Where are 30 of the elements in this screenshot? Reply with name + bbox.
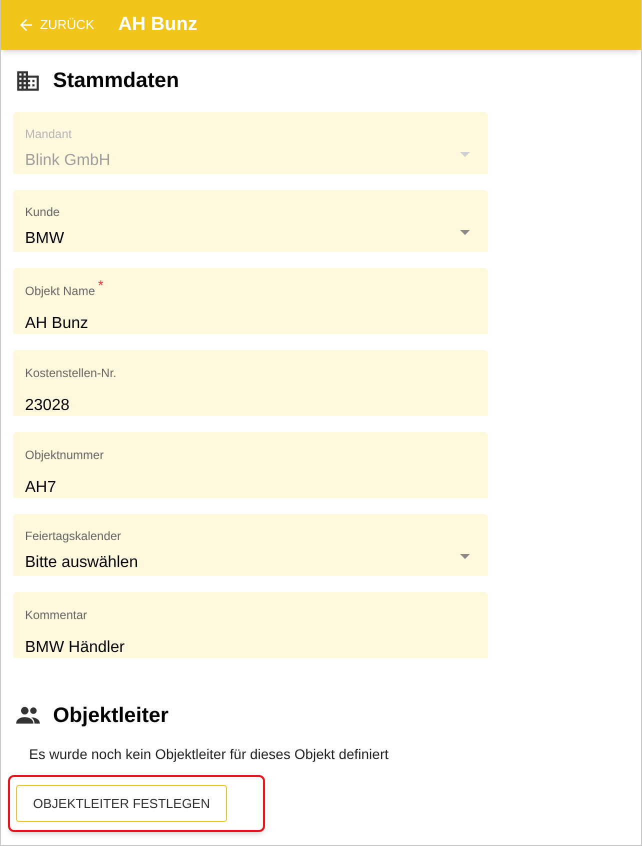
assign-manager-button[interactable]: OBJEKTLEITER FESTLEGEN xyxy=(16,785,227,822)
field-value: BMW xyxy=(25,228,64,248)
dropdown-caret-icon xyxy=(460,152,470,156)
dropdown-caret-icon xyxy=(460,554,470,558)
field-label: Objektnummer xyxy=(25,446,104,464)
field-value: AH7 xyxy=(25,478,56,498)
input-field[interactable]: Kommentar BMW Händler xyxy=(13,592,488,658)
field-value: BMW Händler xyxy=(25,638,125,658)
field-label: Kostenstellen-Nr. xyxy=(25,364,116,382)
input-field[interactable]: Kostenstellen-Nr. 23028 xyxy=(13,350,488,416)
input-field[interactable]: Objekt Name * AH Bunz xyxy=(13,268,488,334)
section-title: Stammdaten xyxy=(53,68,180,94)
select-field[interactable]: Kunde BMW xyxy=(13,190,488,252)
people-icon xyxy=(15,705,41,726)
field-label: Kommentar xyxy=(25,606,88,624)
select-field[interactable]: Feiertagskalender Bitte auswählen xyxy=(13,514,488,576)
field-label: Objekt Name xyxy=(25,282,96,300)
input-field[interactable]: Objektnummer AH7 xyxy=(13,432,488,498)
field-value: Blink GmbH xyxy=(25,150,110,170)
page-title: AH Bunz xyxy=(118,12,198,37)
field-label: Kunde xyxy=(25,204,60,220)
field-label: Mandant xyxy=(25,126,72,142)
section-title: Objektleiter xyxy=(53,702,169,728)
field-label: Feiertagskalender xyxy=(25,528,122,544)
info-message: Es wurde noch kein Objektleiter für dieses Objekt definiert xyxy=(29,745,390,764)
field-value: Bitte auswählen xyxy=(25,552,138,572)
required-marker: * xyxy=(98,278,104,290)
dropdown-caret-icon xyxy=(460,230,470,234)
field-value: AH Bunz xyxy=(25,314,88,334)
field-value: 23028 xyxy=(25,396,70,416)
